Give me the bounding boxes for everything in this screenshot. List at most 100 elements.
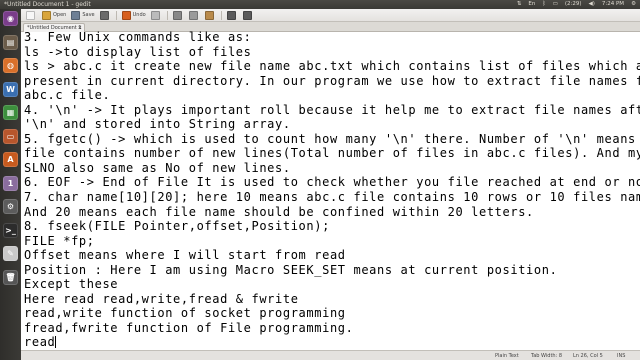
copy-button[interactable] <box>188 10 200 20</box>
text-line-content: SLNO also same as No of new lines. <box>24 160 291 175</box>
text-line: Position : Here I am using Macro SEEK_SE… <box>24 263 640 278</box>
text-line: read,write function of socket programmin… <box>24 306 640 321</box>
text-line-content: '\n' and stored into String array. <box>24 117 291 132</box>
print-button[interactable] <box>99 10 111 20</box>
trash-icon[interactable]: 🗑 <box>3 269 18 285</box>
text-line: 4. '\n' -> It plays important roll becau… <box>24 103 640 118</box>
text-line-content: abc.c file. <box>24 88 111 103</box>
status-bar: Plain Text Tab Width: 8 Ln 26, Col 5 INS <box>21 350 640 360</box>
text-line: Here read read,write,fread & fwrite <box>24 292 640 307</box>
undo-icon <box>121 10 131 20</box>
paste-button[interactable] <box>204 10 216 20</box>
redo-button[interactable] <box>150 10 162 20</box>
replace-button[interactable] <box>242 10 254 20</box>
new-document-icon <box>26 10 35 20</box>
insert-mode: INS <box>617 353 626 359</box>
toolbar-separator <box>166 10 168 20</box>
text-line: FILE *fp; <box>24 234 640 249</box>
editor-content[interactable]: 3. Few Unix commands like as: ls ->to dis… <box>24 30 640 350</box>
launcher-glyph: ▦ <box>6 108 15 117</box>
settings-icon[interactable]: ⚙ <box>3 199 18 214</box>
replace-icon <box>242 10 252 20</box>
clock[interactable]: 7:24 PM <box>602 0 624 9</box>
writer-icon[interactable]: W <box>3 81 18 97</box>
gedit-icon[interactable]: ✎ <box>3 246 18 261</box>
text-line-content: FILE *fp; <box>24 233 95 248</box>
files-icon[interactable]: ▤ <box>3 34 18 50</box>
cut-icon <box>172 10 182 20</box>
text-line: file contains number of new lines(Total … <box>24 146 640 161</box>
text-line-content: file contains number of new lines(Total … <box>24 146 640 161</box>
text-line-content: read <box>24 335 56 350</box>
open-folder-icon <box>42 10 51 20</box>
launcher-glyph: W <box>6 84 15 94</box>
text-line: 3. Few Unix commands like as: <box>24 30 640 45</box>
text-line: '\n' and stored into String array. <box>24 117 640 132</box>
toolbar-button-label: Undo <box>132 12 146 18</box>
volume-icon[interactable]: ◀) <box>589 0 595 9</box>
toolbar-separator <box>115 10 117 20</box>
undo-button[interactable]: Undo <box>121 10 146 20</box>
open-folder-button[interactable]: Open <box>42 10 66 20</box>
software-center-icon[interactable]: A <box>3 152 18 167</box>
cut-button[interactable] <box>172 10 184 20</box>
battery-time: (2:29) <box>564 1 582 7</box>
redo-icon <box>150 10 160 20</box>
text-line-content: ls > abc.c it create new file name abc.t… <box>24 59 640 74</box>
text-line-content: And 20 means each file name should be co… <box>24 204 534 219</box>
tab-width-selector[interactable]: Tab Width: 8 <box>531 353 562 359</box>
text-line-content: 6. EOF -> End of File It is used to chec… <box>24 175 640 190</box>
cursor-position: Ln 26, Col 5 <box>573 353 603 359</box>
network-icon[interactable]: ⇅ <box>517 0 522 9</box>
save-button[interactable]: Save <box>71 10 95 20</box>
keyboard-layout-icon[interactable]: En <box>528 0 535 9</box>
toolbar: Open Save Undo <box>0 9 640 22</box>
window-title: *Untitled Document 1 - gedit <box>4 1 91 8</box>
terminal-icon[interactable]: >_ <box>3 222 18 238</box>
text-line-content: 7. char name[10][20]; here 10 means abc.… <box>24 190 640 205</box>
text-line-content: fread,fwrite function of File programmin… <box>24 320 354 335</box>
text-line-content: Position : Here I am using Macro SEEK_SE… <box>24 262 558 277</box>
toolbar-button-label: Open <box>53 12 67 18</box>
dash-home-icon[interactable]: ◉ <box>3 11 18 26</box>
text-line-content: 4. '\n' -> It plays important roll becau… <box>24 102 640 117</box>
text-line: 6. EOF -> End of File It is used to chec… <box>24 175 640 190</box>
search-button[interactable] <box>226 10 238 20</box>
search-icon <box>226 10 236 20</box>
launcher-glyph: >_ <box>5 225 16 235</box>
text-editor[interactable]: 3. Few Unix commands like as: ls ->to dis… <box>21 30 640 350</box>
launcher-glyph: ▭ <box>6 131 15 141</box>
text-line: 5. fgetc() -> which is used to count how… <box>24 132 640 147</box>
launcher-glyph: A <box>7 155 14 164</box>
new-document-button[interactable] <box>26 10 37 20</box>
firefox-icon[interactable]: ◍ <box>3 58 18 73</box>
bluetooth-icon[interactable]: ᛒ <box>542 0 545 9</box>
text-line: And 20 means each file name should be co… <box>24 205 640 220</box>
impress-icon[interactable]: ▭ <box>3 128 18 144</box>
text-line-content: ls ->to display list of files <box>24 44 252 59</box>
paste-icon <box>204 10 214 20</box>
battery-icon[interactable]: ▭ <box>553 0 558 9</box>
copy-icon <box>188 10 198 20</box>
ubuntu-one-icon[interactable]: 1 <box>3 175 18 191</box>
launcher-glyph: ◍ <box>7 61 14 70</box>
text-line: read <box>24 335 640 350</box>
text-line: fread,fwrite function of File programmin… <box>24 321 640 336</box>
text-caret <box>55 336 57 349</box>
text-line-content: 8. fseek(FILE Pointer,offset,Position); <box>24 219 330 234</box>
text-line-content: Here read read,write,fread & fwrite <box>24 291 299 306</box>
text-line: Offset means where I will start from rea… <box>24 248 640 263</box>
calc-icon[interactable]: ▦ <box>3 105 18 120</box>
power-gear-icon[interactable]: ⚙ <box>631 0 636 9</box>
text-line-content: present in current directory. In our pro… <box>24 73 640 88</box>
text-line-content: 3. Few Unix commands like as: <box>24 30 252 44</box>
launcher-glyph: ▤ <box>6 37 15 47</box>
launcher-glyph: ⚙ <box>6 202 15 211</box>
text-line: abc.c file. <box>24 88 640 103</box>
text-line-content: 5. fgetc() -> which is used to count how… <box>24 131 636 146</box>
text-line-content: Except these <box>24 277 119 292</box>
window-titlebar: *Untitled Document 1 - gedit ⇅ En ᛒ ▭ (2… <box>0 0 640 9</box>
language-selector[interactable]: Plain Text <box>495 353 519 359</box>
system-tray: ⇅ En ᛒ ▭ (2:29) ◀) 7:24 PM ⚙ <box>517 0 636 9</box>
launcher-glyph: ◉ <box>7 14 14 23</box>
